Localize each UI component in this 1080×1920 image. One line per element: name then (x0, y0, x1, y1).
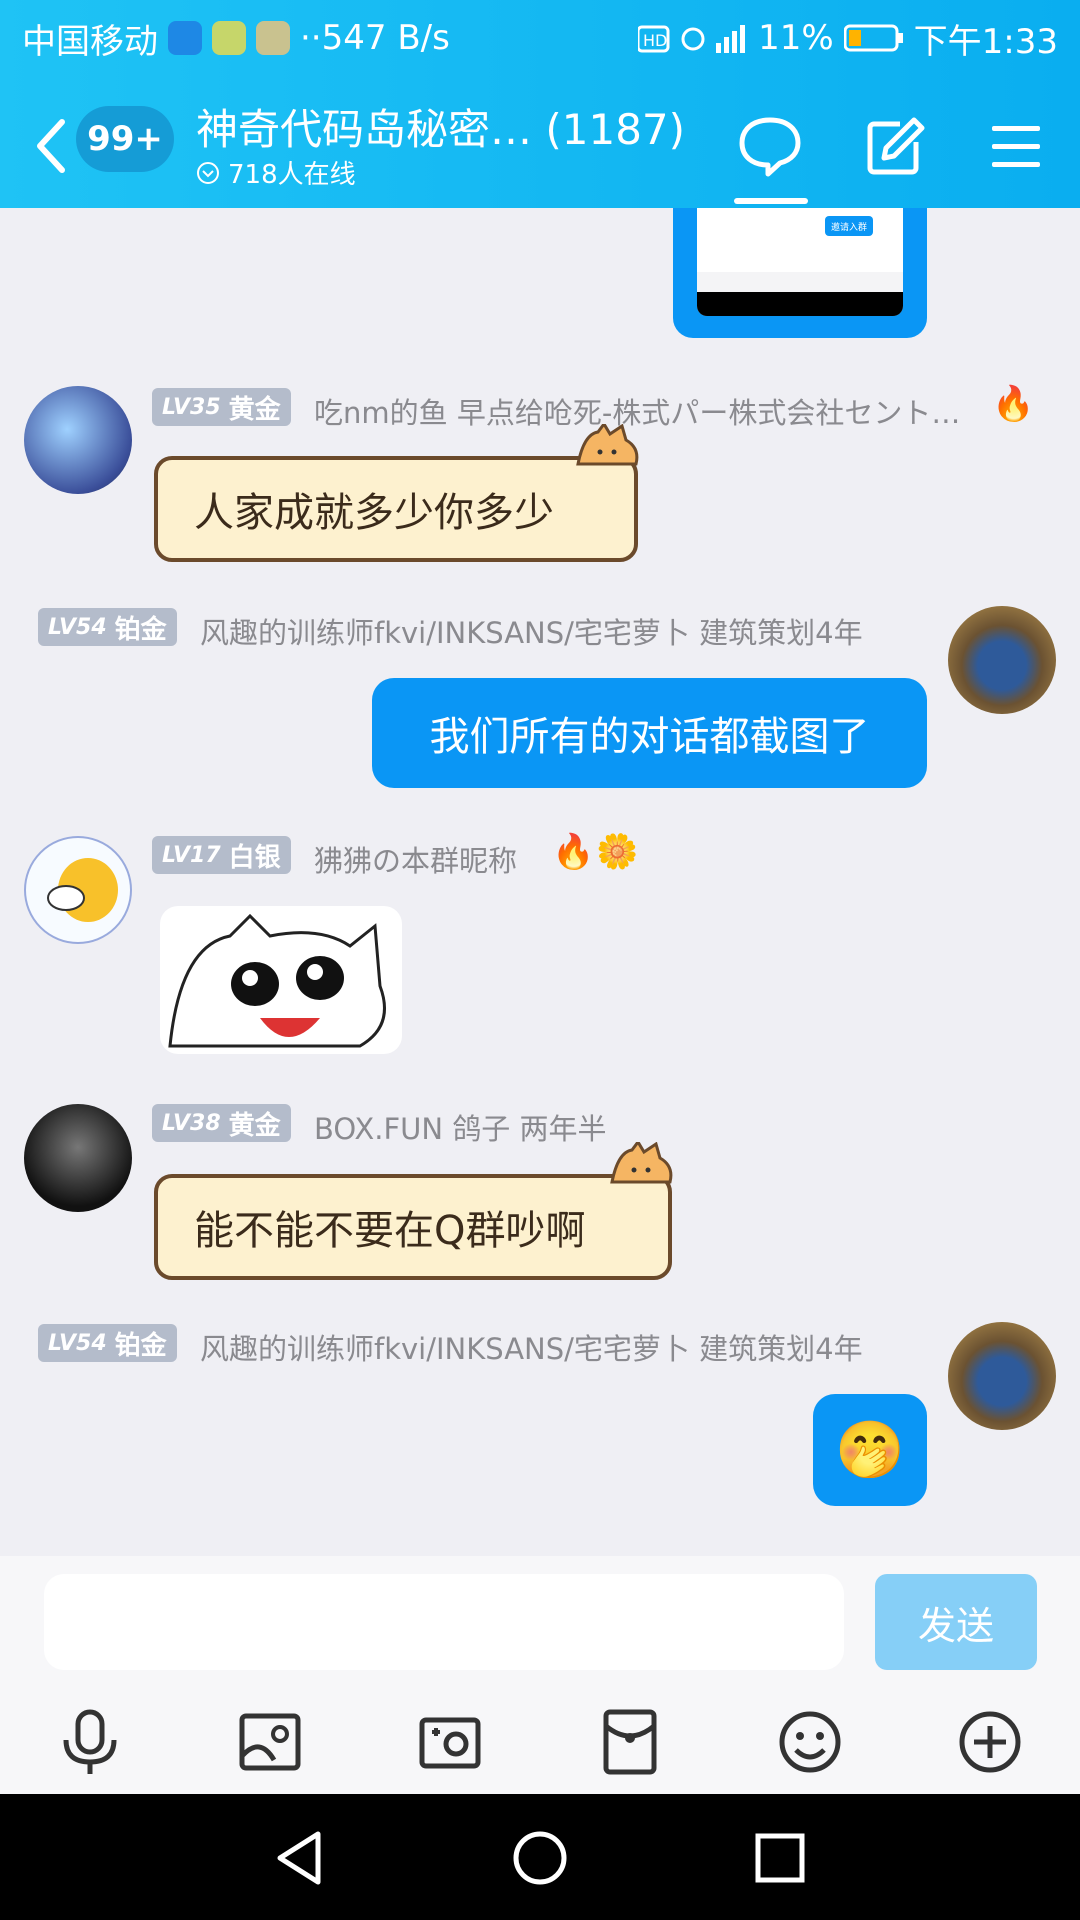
level-rank: 黄金 (228, 1110, 281, 1141)
sticker-message[interactable] (160, 906, 402, 1054)
avatar[interactable] (948, 606, 1056, 714)
duck-avatar-icon (47, 858, 118, 922)
message-bubble[interactable]: 能不能不要在Q群吵啊 (154, 1142, 673, 1280)
menu-icon[interactable] (980, 110, 1052, 182)
level-badge: LV54 铂金 (38, 608, 177, 646)
message-bubble[interactable]: 人家成就多少你多少 (154, 424, 639, 562)
fire-icon: 🔥 (552, 832, 595, 872)
carrier-label: 中国移动 (22, 21, 158, 62)
video-notification-icon (256, 21, 290, 55)
app-header: 中国移动 ··547 B/s HD 11% 下午1:33 99+ 神奇代码岛秘密… (0, 0, 1080, 208)
level-rank: 铂金 (114, 1330, 167, 1361)
cat-decoration-icon (576, 424, 639, 466)
edit-icon[interactable] (858, 110, 930, 182)
group-name: 神奇代码岛秘密… (196, 105, 533, 154)
message-text: 能不能不要在Q群吵啊 (194, 1208, 586, 1254)
emoji-icon[interactable] (774, 1706, 846, 1778)
level-badge: LV35 黄金 (152, 388, 291, 426)
app-notification-icon (168, 21, 202, 55)
cat-decoration-icon (610, 1142, 673, 1184)
plus-icon[interactable] (954, 1706, 1026, 1778)
online-status[interactable]: 718人在线 (196, 154, 356, 191)
avatar[interactable] (948, 1322, 1056, 1430)
sender-nickname[interactable]: BOX.FUN 鸽子 两年半 (314, 1106, 606, 1148)
wallet-notification-icon (212, 21, 246, 55)
screenshot-invite-button: 邀请入群 (824, 216, 873, 236)
level-badge: LV54 铂金 (38, 1324, 177, 1362)
chevron-down-circle-icon (197, 161, 219, 184)
message-text: 我们所有的对话都截图了 (429, 714, 870, 760)
nav-back-icon[interactable] (270, 1828, 330, 1888)
sender-nickname[interactable]: 风趣的训练师fkvi/INKSANS/宅宅萝卜 建筑策划4年 (200, 1326, 863, 1368)
group-member-count: (1187) (545, 105, 686, 154)
composer: 发送 (0, 1556, 1080, 1794)
cat-sticker-icon (168, 913, 386, 1048)
chat-message-list[interactable]: 邀请入群 LV35 黄金 吃nm的鱼 早点给呛死-株式パー株式会社セント会社全精… (0, 208, 1080, 1556)
message-text: 人家成就多少你多少 (194, 490, 554, 536)
signal-icon: HD (638, 25, 746, 53)
send-button[interactable]: 发送 (875, 1574, 1037, 1670)
flower-icon: 🌼 (596, 832, 639, 872)
emoji-message: 🤭 (835, 1418, 905, 1483)
online-count: 718人在线 (228, 160, 356, 190)
back-icon[interactable] (30, 116, 74, 176)
chat-nav-bar: 99+ 神奇代码岛秘密… (1187) 718人在线 (0, 90, 1080, 208)
level-number: LV54 (48, 1330, 107, 1356)
level-rank: 铂金 (114, 614, 167, 645)
level-number: LV38 (162, 1110, 221, 1136)
group-title[interactable]: 神奇代码岛秘密… (1187) (196, 96, 685, 157)
avatar[interactable] (24, 386, 132, 494)
message-input[interactable] (44, 1574, 844, 1670)
battery-percent: 11% (758, 18, 834, 58)
avatar[interactable] (24, 836, 132, 944)
clock: 下午1:33 (913, 21, 1058, 62)
fire-icon: 🔥 (992, 384, 1035, 424)
unread-badge[interactable]: 99+ (76, 106, 174, 172)
message-bubble[interactable]: 🤭 (813, 1394, 927, 1506)
screenshot-thumbnail: 邀请入群 (697, 208, 903, 316)
avatar[interactable] (24, 1104, 132, 1212)
svg-text:HD: HD (643, 31, 667, 50)
message-bubble[interactable]: 我们所有的对话都截图了 (372, 678, 927, 788)
sender-nickname[interactable]: 狒狒の本群昵称 (314, 838, 517, 880)
image-message-screenshot[interactable]: 邀请入群 (673, 208, 927, 338)
nav-home-icon[interactable] (510, 1828, 570, 1888)
level-rank: 白银 (228, 842, 281, 873)
level-number: LV17 (162, 842, 221, 868)
camera-icon[interactable] (414, 1706, 486, 1778)
sender-nickname[interactable]: 风趣的训练师fkvi/INKSANS/宅宅萝卜 建筑策划4年 (200, 610, 863, 652)
mic-icon[interactable] (54, 1706, 126, 1778)
image-icon[interactable] (234, 1706, 306, 1778)
net-speed: ··547 B/s (300, 18, 450, 58)
level-number: LV54 (48, 614, 107, 640)
battery-icon (843, 24, 903, 52)
level-badge: LV38 黄金 (152, 1104, 291, 1142)
active-tab-indicator (734, 198, 808, 204)
level-rank: 黄金 (228, 394, 281, 425)
level-number: LV35 (162, 394, 221, 420)
status-bar: 中国移动 ··547 B/s HD 11% 下午1:33 (0, 0, 1080, 76)
nav-recents-icon[interactable] (750, 1828, 810, 1888)
level-badge: LV17 白银 (152, 836, 291, 874)
chat-icon[interactable] (734, 110, 806, 182)
system-navigation-bar (0, 1794, 1080, 1920)
red-packet-icon[interactable] (594, 1706, 666, 1778)
